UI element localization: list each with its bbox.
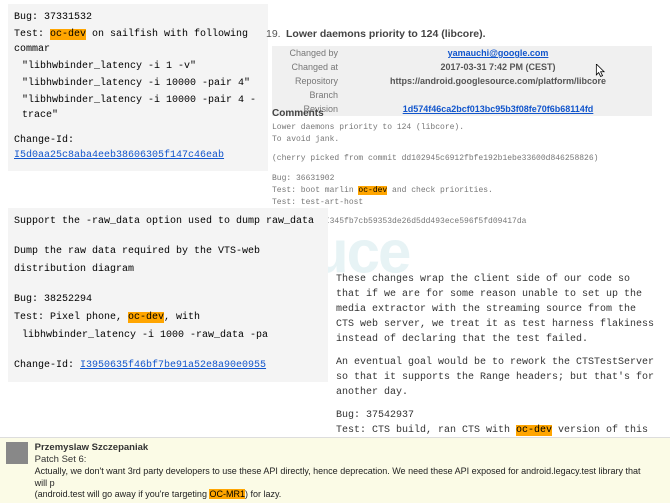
desc-line: Support the -raw_data option used to dum… — [14, 214, 322, 230]
review-comment: Przemyslaw Szczepaniak Patch Set 6: Actu… — [0, 437, 670, 503]
table-row: Changed at2017-03-31 7:42 PM (CEST) — [272, 60, 652, 74]
repo-link[interactable]: https://android.googlesource.com/platfor… — [390, 76, 606, 86]
commit-block-a: Bug: 37331532 Test: oc-dev on sailfish w… — [8, 4, 268, 171]
author-link[interactable]: yamauchi@google.com — [448, 48, 549, 58]
highlight-ocdev: oc-dev — [358, 186, 387, 195]
comments-body: Lower daemons priority to 124 (libcore).… — [272, 122, 652, 228]
desc-line: distribution diagram — [14, 262, 322, 278]
bug-line: Bug: 37331532 — [14, 10, 262, 25]
highlight-ocdev: oc-dev — [516, 425, 552, 436]
item-number: 19. — [266, 28, 281, 40]
desc-para: An eventual goal would be to rework the … — [336, 355, 658, 400]
table-row: Branch — [272, 88, 652, 102]
desc-line: Dump the raw data required by the VTS-we… — [14, 244, 322, 260]
bug-line: Bug: 37542937 — [336, 408, 658, 423]
table-row: Revision1d574f46ca2bcf013bc95b3f08fe70f6… — [272, 102, 652, 116]
metadata-table: Changed byyamauchi@google.com Changed at… — [272, 46, 652, 116]
comments-heading: Comments — [272, 108, 324, 119]
change-id-line: Change-Id: I5d0aa25c8aba4eeb38606305f147… — [14, 133, 262, 163]
table-row: Repositoryhttps://android.googlesource.c… — [272, 74, 652, 88]
desc-para: These changes wrap the client side of ou… — [336, 272, 658, 347]
bug-line: Bug: 38252294 — [14, 292, 322, 308]
highlight-ocdev: oc-dev — [128, 312, 164, 323]
change-id-link[interactable]: I5d0aa25c8aba4eeb38606305f147c46eab — [14, 150, 224, 161]
highlight-ocdev: oc-dev — [50, 29, 86, 40]
cmd-line: libhwbinder_latency -i 1000 -raw_data -p… — [14, 328, 322, 344]
table-row: Changed byyamauchi@google.com — [272, 46, 652, 60]
commit-block-b: Support the -raw_data option used to dum… — [8, 208, 328, 382]
patch-set-label: Patch Set 6: — [35, 454, 655, 465]
comment-body: Actually, we don't want 3rd party develo… — [35, 466, 655, 501]
change-id-line: Change-Id: I3950635f46bf7be91a52e8a90e09… — [14, 358, 322, 374]
cmd-line: "libhwbinder_latency -i 1 -v" — [14, 59, 262, 74]
comment-author[interactable]: Przemyslaw Szczepaniak — [35, 442, 655, 453]
cmd-line: "libhwbinder_latency -i 10000 -pair 4" — [14, 76, 262, 91]
test-line: Test: oc-dev on sailfish with following … — [14, 27, 262, 57]
cmd-line: "libhwbinder_latency -i 10000 -pair 4 -t… — [14, 93, 262, 123]
highlight-ocmr1: OC-MR1 — [209, 489, 245, 499]
test-line: Test: Pixel phone, oc-dev, with — [14, 310, 322, 326]
change-id-link[interactable]: I3950635f46bf7be91a52e8a90e0955 — [80, 360, 266, 371]
avatar — [6, 442, 28, 464]
commit-title: Lower daemons priority to 124 (libcore). — [286, 28, 486, 40]
revision-link[interactable]: 1d574f46ca2bcf013bc95b3f08fe70f6b68114fd — [403, 104, 594, 114]
